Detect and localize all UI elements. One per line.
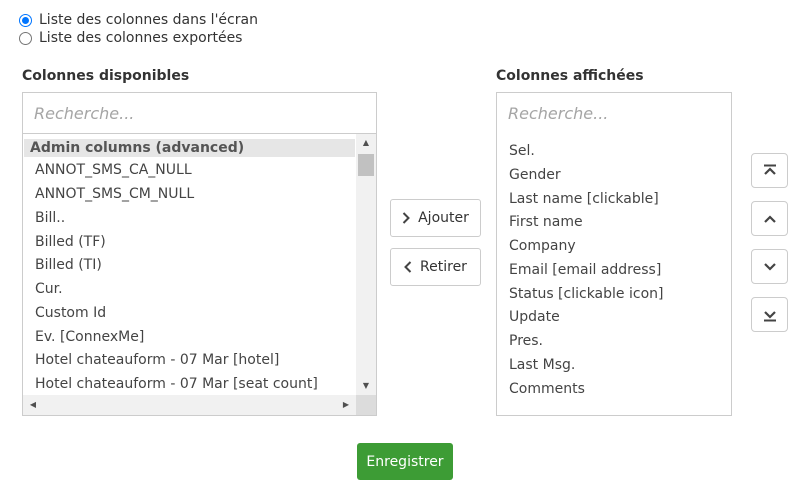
list-item[interactable]: Pres.: [509, 333, 543, 349]
list-item[interactable]: Status [clickable icon]: [509, 286, 663, 302]
list-item[interactable]: Comments: [509, 381, 585, 397]
chevron-left-icon: [404, 261, 412, 273]
horizontal-scrollbar[interactable]: ◀ ▶: [23, 395, 356, 415]
move-up-button[interactable]: [751, 201, 788, 236]
displayed-columns-list[interactable]: Sel. Gender Last name [clickable] First …: [496, 133, 732, 416]
scrollbar-corner: [356, 395, 376, 415]
list-item[interactable]: Ev. [ConnexMe]: [35, 329, 144, 345]
move-to-bottom-button[interactable]: [751, 297, 788, 332]
chevron-up-icon: [763, 214, 776, 223]
list-item[interactable]: Billed (TF): [35, 234, 106, 250]
scroll-down-arrow-icon[interactable]: ▼: [356, 381, 376, 391]
available-columns-list[interactable]: Admin columns (advanced) ANNOT_SMS_CA_NU…: [22, 134, 377, 416]
displayed-columns-title: Colonnes affichées: [496, 68, 644, 84]
displayed-search-input[interactable]: Recherche...: [496, 92, 732, 134]
chevron-down-icon: [763, 262, 776, 271]
list-item[interactable]: Hotel chateauform - 07 Mar [seat count]: [35, 376, 318, 392]
list-item[interactable]: Email [email address]: [509, 262, 661, 278]
move-to-bottom-icon: [763, 310, 776, 321]
available-search-input[interactable]: Recherche...: [22, 92, 377, 134]
scrollbar-thumb[interactable]: [358, 154, 374, 176]
list-item[interactable]: Cur.: [35, 281, 63, 297]
list-item[interactable]: First name: [509, 214, 583, 230]
move-down-button[interactable]: [751, 249, 788, 284]
list-item[interactable]: Update: [509, 309, 560, 325]
available-columns-title: Colonnes disponibles: [22, 68, 190, 84]
list-item[interactable]: Billed (TI): [35, 257, 102, 273]
scroll-up-arrow-icon[interactable]: ▲: [356, 138, 376, 148]
chevron-right-icon: [402, 212, 411, 224]
list-item[interactable]: Custom Id: [35, 305, 106, 321]
radio-label-screen-columns: Liste des colonnes dans l'écran: [39, 12, 258, 28]
move-to-top-button[interactable]: [751, 153, 788, 188]
add-column-button[interactable]: Ajouter: [390, 199, 481, 237]
list-item[interactable]: Sel.: [509, 143, 535, 159]
scroll-right-arrow-icon[interactable]: ▶: [336, 400, 356, 410]
list-item[interactable]: Company: [509, 238, 576, 254]
radio-screen-columns[interactable]: [19, 13, 32, 27]
list-item[interactable]: ANNOT_SMS_CA_NULL: [35, 162, 192, 178]
list-item[interactable]: Bill..: [35, 210, 65, 226]
vertical-scrollbar[interactable]: ▲ ▼: [356, 134, 376, 395]
list-item[interactable]: Last name [clickable]: [509, 191, 659, 207]
save-button[interactable]: Enregistrer: [357, 443, 453, 480]
remove-column-label: Retirer: [420, 259, 467, 275]
radio-exported-columns[interactable]: [19, 31, 32, 45]
scroll-left-arrow-icon[interactable]: ◀: [23, 400, 43, 410]
list-item[interactable]: Hotel chateauform - 07 Mar [hotel]: [35, 352, 279, 368]
radio-label-exported-columns: Liste des colonnes exportées: [39, 30, 243, 46]
list-item[interactable]: Last Msg.: [509, 357, 575, 373]
add-column-label: Ajouter: [418, 210, 469, 226]
radio-option-screen-columns[interactable]: Liste des colonnes dans l'écran: [19, 12, 258, 28]
list-item[interactable]: Gender: [509, 167, 561, 183]
move-to-top-icon: [763, 164, 776, 175]
radio-option-exported-columns[interactable]: Liste des colonnes exportées: [19, 30, 242, 46]
group-header-admin-columns: Admin columns (advanced): [24, 139, 355, 157]
list-item[interactable]: ANNOT_SMS_CM_NULL: [35, 186, 194, 202]
remove-column-button[interactable]: Retirer: [390, 248, 481, 286]
